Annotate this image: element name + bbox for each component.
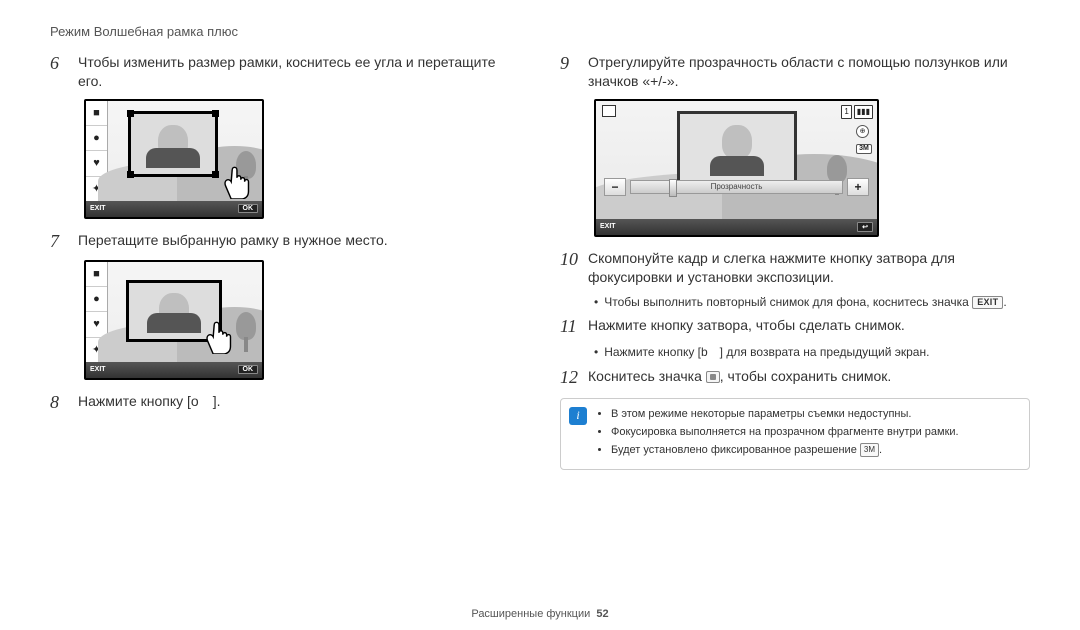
info-item: Будет установлено фиксированное разрешен… xyxy=(611,443,1019,459)
step-text-10: Скомпонуйте кадр и слегка нажмите кнопку… xyxy=(588,249,1030,287)
step-text-8: Нажмите кнопку [o ]. xyxy=(78,392,221,413)
step-number-7: 7 xyxy=(50,231,78,252)
resolution-icon: 3M xyxy=(856,144,872,154)
save-icon xyxy=(706,371,720,383)
step-text-6: Чтобы изменить размер рамки, коснитесь е… xyxy=(78,53,520,91)
step-text-9: Отрегулируйте прозрачность области с пом… xyxy=(588,53,1030,91)
section-title: Режим Волшебная рамка плюс xyxy=(50,24,1030,39)
info-item: В этом режиме некоторые параметры съемки… xyxy=(611,407,1019,423)
info-item: Фокусировка выполняется на прозрачном фр… xyxy=(611,425,1019,441)
mode-icon xyxy=(602,105,616,117)
exit-label: EXIT xyxy=(600,223,616,230)
step-text-12: Коснитесь значка , чтобы сохранить снимо… xyxy=(588,367,891,388)
toolbar-icon-square: ■ xyxy=(86,262,107,287)
transparency-slider[interactable]: Прозрачность xyxy=(630,180,843,194)
step-11-bullet: Нажмите кнопку [b ] для возврата на пред… xyxy=(604,345,929,361)
step-10-bullet: Чтобы выполнить повторный снимок для фон… xyxy=(604,295,969,309)
camera-screenshot-transparency: 1▮▮▮ ⊕ 3M − Прозрачность + xyxy=(594,99,879,237)
counter-badge: 1 xyxy=(841,105,851,119)
page-footer: Расширенные функции 52 xyxy=(0,608,1080,620)
exit-keycap-icon: EXIT xyxy=(972,296,1003,310)
info-icon: i xyxy=(569,407,587,425)
slider-label: Прозрачность xyxy=(631,181,842,193)
ok-label: OK xyxy=(238,204,259,213)
minus-button[interactable]: − xyxy=(604,178,626,196)
exit-label: EXIT xyxy=(90,366,106,373)
hand-icon xyxy=(212,151,260,199)
step-number-11: 11 xyxy=(560,316,588,337)
step-text-7: Перетащите выбранную рамку в нужное мест… xyxy=(78,231,388,252)
toolbar-icon-square: ■ xyxy=(86,101,107,126)
toolbar-icon-circle: ● xyxy=(86,287,107,312)
camera-screenshot-resize: ■ ● ♥ ✦ EXIT xyxy=(84,99,264,219)
camera-screenshot-move: ■ ● ♥ ✦ EXIT OK xyxy=(84,260,264,380)
ok-label: OK xyxy=(238,365,259,374)
info-note-box: i В этом режиме некоторые параметры съем… xyxy=(560,398,1030,470)
flash-icon: ⊕ xyxy=(856,125,869,138)
battery-icon: ▮▮▮ xyxy=(854,105,873,119)
resolution-badge: 3M xyxy=(860,443,879,457)
exit-label: EXIT xyxy=(90,205,106,212)
toolbar-icon-circle: ● xyxy=(86,126,107,151)
step-number-8: 8 xyxy=(50,392,78,413)
hand-icon xyxy=(194,306,242,354)
step-number-9: 9 xyxy=(560,53,588,91)
step-text-11: Нажмите кнопку затвора, чтобы сделать сн… xyxy=(588,316,905,337)
step-number-6: 6 xyxy=(50,53,78,91)
step-number-10: 10 xyxy=(560,249,588,287)
plus-button[interactable]: + xyxy=(847,178,869,196)
step-number-12: 12 xyxy=(560,367,588,388)
back-icon: ↩ xyxy=(857,222,873,232)
